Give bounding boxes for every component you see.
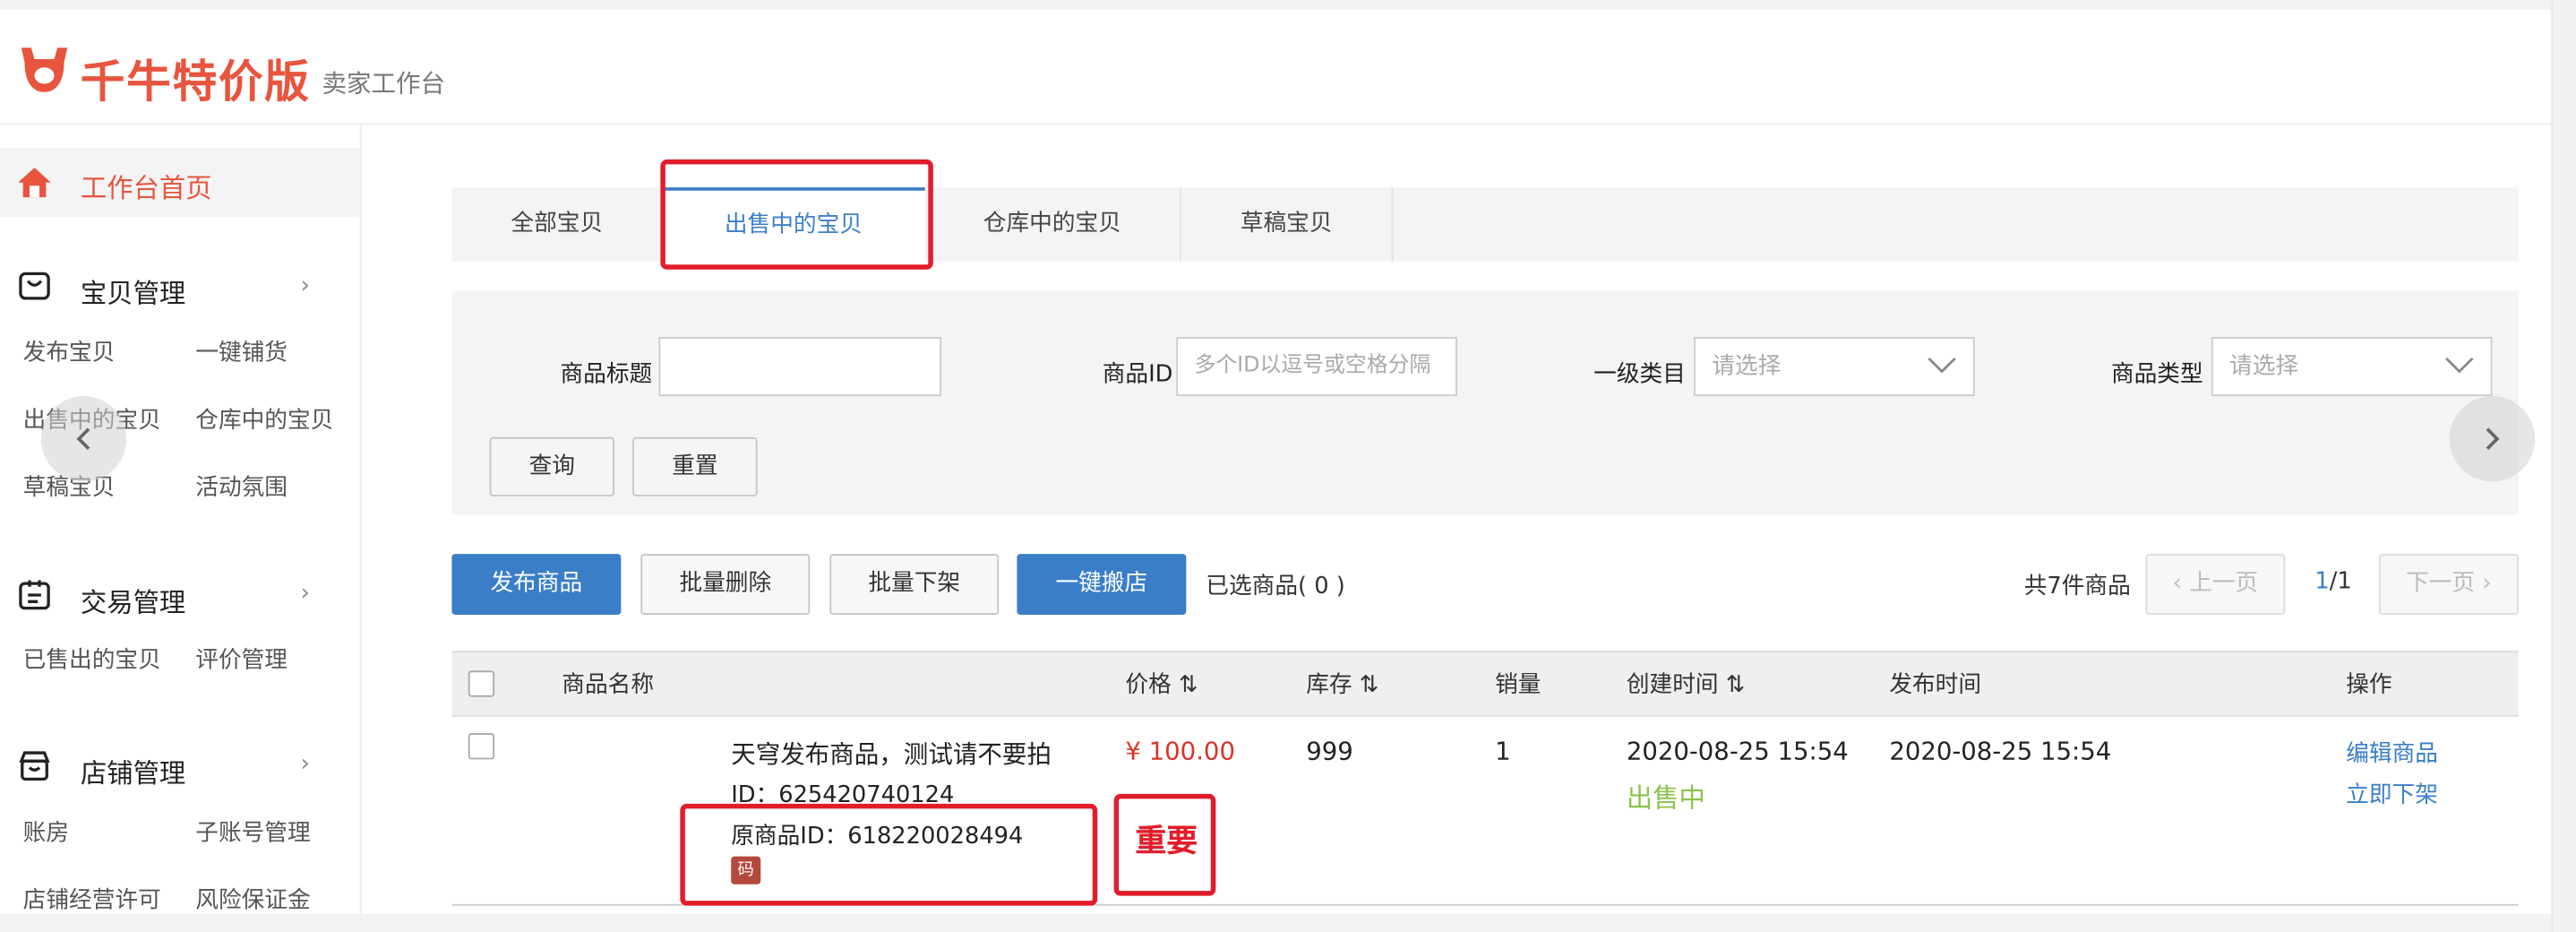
col-price[interactable]: 价格 ⇅ (1125, 668, 1198, 701)
col-stock[interactable]: 库存 ⇅ (1306, 668, 1378, 701)
sidebar-link-warehouse[interactable]: 仓库中的宝贝 (195, 402, 333, 436)
id-filter-input[interactable]: 多个ID以逗号或空格分隔 (1176, 337, 1457, 397)
prev-slide-button[interactable] (40, 396, 127, 482)
product-stock: 999 (1306, 736, 1353, 766)
page-indicator: 1/1 (2314, 569, 2351, 595)
sidebar-link-activity[interactable]: 活动氛围 (195, 470, 288, 504)
query-button[interactable]: 查询 (489, 436, 614, 496)
sidebar-section-shop-management[interactable]: 店铺管理 (81, 751, 185, 790)
reset-button[interactable]: 重置 (632, 436, 758, 496)
chevron-down-icon (1928, 357, 1956, 374)
tab-all-products[interactable]: 全部宝贝 (451, 187, 662, 262)
type-filter-label: 商品类型 (2110, 361, 2203, 388)
col-operations: 操作 (2346, 672, 2392, 699)
product-published-time: 2020-08-25 15:54 (1889, 736, 2112, 766)
select-all-checkbox[interactable] (468, 670, 495, 697)
status-badge: 出售中 (1626, 782, 1705, 814)
next-slide-button[interactable] (2449, 396, 2536, 482)
chevron-right-icon[interactable]: › (301, 272, 310, 298)
sidebar: 工作台首页 宝贝管理 › 发布宝贝 一键铺货 出售中的宝贝 仓库中的宝贝 草稿宝… (0, 125, 362, 916)
top-strip (0, 0, 2576, 11)
highlight-box-original-id (680, 803, 1098, 906)
sort-icon[interactable]: ⇅ (1360, 672, 1379, 698)
clipboard-icon (19, 580, 50, 610)
type-select[interactable]: 请选择 (2211, 337, 2493, 397)
sort-icon[interactable]: ⇅ (1179, 672, 1198, 698)
batch-delist-button[interactable]: 批量下架 (829, 554, 1000, 615)
home-icon (18, 168, 51, 198)
sidebar-link-accounting[interactable]: 账房 (23, 816, 69, 849)
col-price-label: 价格 (1125, 672, 1172, 699)
col-created[interactable]: 创建时间 ⇅ (1627, 668, 1745, 701)
chevron-right-icon: › (2475, 570, 2492, 597)
sidebar-item-home[interactable]: 工作台首页 (0, 148, 360, 218)
one-key-move-button[interactable]: 一键搬店 (1017, 554, 1187, 615)
chevron-right-icon (2486, 427, 2500, 451)
prev-page-label: 上一页 (2189, 570, 2259, 597)
delist-now-link[interactable]: 立即下架 (2346, 778, 2438, 811)
type-select-value: 请选择 (2229, 353, 2299, 380)
category-filter-label: 一级类目 (1593, 361, 1686, 388)
brand-name: 千牛特价版 (80, 57, 311, 109)
id-filter-label: 商品ID (1102, 361, 1173, 388)
col-product-name: 商品名称 (562, 672, 655, 699)
filter-panel (451, 290, 2519, 515)
shop-icon (19, 751, 50, 781)
category-select-value: 请选择 (1712, 353, 1782, 380)
next-page-button[interactable]: 下一页 › (2378, 554, 2519, 615)
row-checkbox[interactable] (468, 733, 495, 760)
important-annotation: 重要 (1135, 823, 1198, 860)
sidebar-link-publish[interactable]: 发布宝贝 (23, 335, 116, 368)
sidebar-section-trade-management[interactable]: 交易管理 (81, 580, 185, 619)
table-header: 商品名称 价格 ⇅ 库存 ⇅ 销量 创建时间 ⇅ 发布时间 操作 (451, 651, 2519, 717)
chevron-right-icon[interactable]: › (301, 580, 310, 606)
bag-icon (19, 272, 50, 300)
edit-product-link[interactable]: 编辑商品 (2346, 737, 2438, 770)
col-sales: 销量 (1495, 672, 1541, 699)
total-count: 共7件商品 (2023, 574, 2131, 600)
sidebar-link-one-key-listing[interactable]: 一键铺货 (195, 335, 288, 368)
bull-logo-icon (21, 47, 68, 92)
sidebar-link-reviews[interactable]: 评价管理 (195, 643, 288, 676)
sidebar-home-label: 工作台首页 (80, 172, 212, 204)
tab-warehouse[interactable]: 仓库中的宝贝 (925, 187, 1180, 262)
selected-count: 已选商品( 0 ) (1206, 574, 1345, 600)
brand-subtitle: 卖家工作台 (322, 69, 446, 99)
batch-delete-button[interactable]: 批量删除 (640, 554, 811, 615)
chevron-left-icon: ‹ (2172, 570, 2190, 597)
highlight-box-active-tab (660, 159, 933, 270)
col-published: 发布时间 (1889, 672, 1982, 699)
app-header: 千牛特价版 卖家工作台 (0, 10, 2552, 125)
product-created-time: 2020-08-25 15:54 (1626, 736, 1849, 766)
page-scrollbar[interactable] (2551, 0, 2576, 932)
sidebar-link-sold[interactable]: 已售出的宝贝 (23, 643, 161, 676)
category-select[interactable]: 请选择 (1694, 337, 1975, 397)
chevron-down-icon (2445, 357, 2474, 374)
bottom-strip (0, 913, 2552, 932)
sidebar-link-shop-license[interactable]: 店铺经营许可 (23, 883, 161, 916)
current-page: 1 (2314, 568, 2330, 595)
chevron-right-icon[interactable]: › (301, 751, 310, 777)
tab-divider (1391, 187, 1394, 262)
col-created-label: 创建时间 (1626, 672, 1719, 699)
sidebar-link-risk-deposit[interactable]: 风险保证金 (195, 883, 310, 916)
title-filter-label: 商品标题 (560, 361, 653, 388)
sidebar-link-sub-accounts[interactable]: 子账号管理 (195, 816, 310, 849)
chevron-left-icon (76, 427, 90, 451)
publish-product-button[interactable]: 发布商品 (451, 554, 622, 615)
product-sales: 1 (1495, 736, 1511, 766)
col-stock-label: 库存 (1306, 672, 1352, 699)
prev-page-button[interactable]: ‹ 上一页 (2145, 554, 2286, 615)
sort-icon[interactable]: ⇅ (1726, 672, 1746, 698)
next-page-label: 下一页 (2406, 570, 2476, 597)
tab-drafts[interactable]: 草稿宝贝 (1181, 187, 1392, 262)
title-filter-input[interactable] (658, 337, 941, 397)
product-title[interactable]: 天穹发布商品，测试请不要拍 (731, 737, 1052, 772)
product-price: ¥ 100.00 (1125, 736, 1235, 766)
sidebar-section-product-management[interactable]: 宝贝管理 (81, 272, 185, 311)
total-pages: /1 (2329, 568, 2352, 595)
